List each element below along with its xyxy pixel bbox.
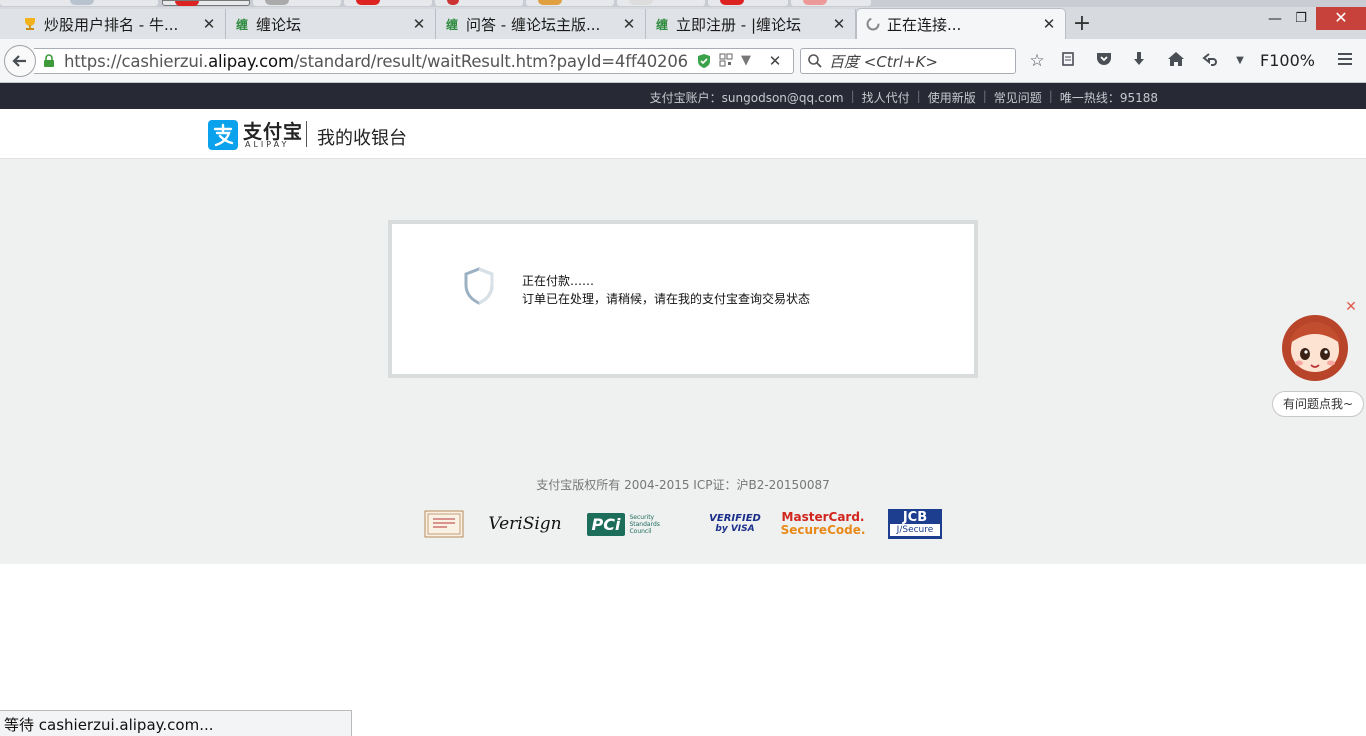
taskbar-thumbnail — [435, 0, 523, 6]
verisign-badge[interactable]: VeriSign — [488, 509, 561, 539]
jcb-jsecure-badge[interactable]: JCB J/Secure — [888, 509, 942, 539]
logo-divider — [306, 121, 307, 147]
pci-logo: PCi — [586, 512, 626, 536]
tab-title: 正在连接... — [887, 15, 962, 34]
account-label: 支付宝账户：sungodson@qq.com — [649, 91, 844, 105]
back-button[interactable] — [4, 45, 36, 77]
close-icon[interactable]: ✕ — [1041, 16, 1057, 32]
tab-title: 炒股用户排名 - 牛... — [44, 15, 179, 34]
reading-list-icon[interactable] — [1058, 51, 1078, 71]
tab-bar: 炒股用户排名 - 牛... ✕ 缠 缠论坛 ✕ 缠 问答 - 缠论坛主版... … — [0, 7, 1366, 39]
search-placeholder: 百度 <Ctrl+K> — [829, 52, 938, 71]
help-bubble-label[interactable]: 有问题点我~ — [1272, 391, 1364, 417]
restore-button[interactable]: ❐ — [1292, 11, 1310, 31]
copyright-text: 支付宝版权所有 2004-2015 ICP证：沪B2-20150087 — [536, 478, 830, 492]
loading-icon — [865, 16, 881, 32]
browser-status-bar: 等待 cashierzui.alipay.com... — [0, 710, 352, 736]
tab-title: 立即注册 - |缠论坛 — [676, 15, 802, 34]
visa-line1: VERIFIED — [709, 513, 761, 524]
close-icon[interactable]: ✕ — [621, 16, 637, 32]
help-assistant[interactable]: ✕ 有问题点我~ — [1272, 300, 1364, 420]
security-badges: VeriSign PCi Security Standards Council … — [424, 509, 944, 541]
close-icon[interactable]: ✕ — [201, 16, 217, 32]
alipay-logo-icon[interactable] — [208, 120, 238, 150]
url-prefix: https://cashierzui. — [64, 51, 209, 71]
status-description: 订单已在处理，请稍候，请在我的支付宝查询交易状态 — [522, 292, 811, 306]
page-body: 正在付款…… 订单已在处理，请稍候，请在我的支付宝查询交易状态 支付宝版权所有 … — [0, 159, 1366, 564]
stop-icon[interactable]: ✕ — [767, 53, 783, 69]
new-tab-button[interactable]: + — [1072, 13, 1092, 35]
lock-icon — [44, 54, 54, 67]
jcb-line2: J/Secure — [890, 524, 940, 536]
tab-title: 缠论坛 — [256, 15, 302, 34]
minimize-button[interactable]: — — [1266, 11, 1284, 31]
zoom-level[interactable]: F100% — [1260, 51, 1315, 70]
chanluntan-icon: 缠 — [235, 17, 248, 32]
page-title: 我的收银台 — [317, 128, 407, 149]
search-input[interactable]: 百度 <Ctrl+K> — [800, 48, 1016, 74]
trophy-icon — [22, 16, 38, 32]
close-icon[interactable]: ✕ — [831, 16, 847, 32]
shield-check-icon[interactable] — [696, 53, 712, 69]
download-icon[interactable] — [1129, 51, 1149, 71]
mc-line2: SecureCode. — [780, 523, 866, 537]
tab-chanluntan[interactable]: 缠 缠论坛 ✕ — [226, 9, 436, 39]
taskbar-preview-strip — [0, 0, 1366, 7]
bookmark-star-icon[interactable]: ☆ — [1027, 51, 1047, 71]
window-close-button[interactable]: ✕ — [1316, 7, 1366, 30]
taskbar-thumbnail — [253, 0, 341, 6]
tab-stock-ranking[interactable]: 炒股用户排名 - 牛... ✕ — [0, 9, 226, 39]
taskbar-thumbnail — [708, 0, 788, 6]
tab-title: 问答 - 缠论坛主版... — [466, 15, 601, 34]
undo-icon[interactable] — [1201, 51, 1221, 71]
loading-shield-icon — [464, 267, 494, 305]
qr-code-icon[interactable] — [718, 53, 734, 69]
close-icon[interactable]: ✕ — [411, 16, 427, 32]
use-new-version-link[interactable]: 使用新版 — [928, 89, 976, 106]
chevron-down-icon[interactable]: ▼ — [1230, 51, 1250, 71]
back-arrow-icon — [12, 55, 26, 67]
status-title: 正在付款…… — [522, 274, 595, 288]
mastercard-securecode-badge[interactable]: MasterCard. SecureCode. — [781, 509, 866, 539]
taskbar-thumbnail — [791, 0, 871, 6]
cartoon-girl-avatar-icon — [1282, 315, 1348, 381]
hotline-text: 唯一热线：95188 — [1059, 91, 1158, 105]
payment-status-card: 正在付款…… 订单已在处理，请稍候，请在我的支付宝查询交易状态 — [388, 220, 978, 378]
verified-by-visa-badge[interactable]: VERIFIED by VISA — [708, 509, 762, 539]
dropdown-arrow-icon[interactable]: ▼ — [738, 53, 754, 69]
taskbar-thumbnail — [0, 0, 158, 6]
chanluntan-icon: 缠 — [655, 17, 668, 32]
tab-connecting[interactable]: 正在连接... ✕ — [856, 8, 1066, 39]
top-utility-bar: 支付宝账户：sungodson@qq.com | 找人代付 | 使用新版 | 常… — [0, 83, 1366, 109]
visa-line2: by VISA — [715, 524, 755, 534]
url-path: /standard/result/waitResult.htm?payId=4f… — [293, 51, 689, 71]
jcb-line1: JCB — [902, 510, 928, 525]
logo-text-en: ALIPAY — [245, 140, 290, 149]
cashier-header: 支付宝 ALIPAY 我的收银台 — [0, 109, 1366, 159]
home-icon[interactable] — [1166, 51, 1186, 71]
pay-for-me-link[interactable]: 找人代付 — [862, 89, 910, 106]
taskbar-thumbnail — [617, 0, 705, 6]
pci-subtext: Security Standards Council — [629, 513, 660, 535]
navigation-toolbar: https://cashierzui.alipay.com/standard/r… — [0, 39, 1366, 83]
tab-register[interactable]: 缠 立即注册 - |缠论坛 ✕ — [646, 9, 856, 39]
pci-badge[interactable]: PCi Security Standards Council — [584, 509, 680, 539]
pocket-icon[interactable] — [1094, 51, 1114, 71]
chanluntan-icon: 缠 — [445, 17, 458, 32]
address-bar[interactable]: https://cashierzui.alipay.com/standard/r… — [34, 48, 794, 74]
taskbar-thumbnail — [344, 0, 432, 6]
faq-link[interactable]: 常见问题 — [994, 89, 1042, 106]
taskbar-thumbnail — [526, 0, 614, 6]
url-domain: alipay.com — [208, 51, 294, 71]
search-icon — [808, 54, 822, 68]
menu-icon[interactable] — [1335, 51, 1355, 71]
certificate-badge[interactable] — [424, 509, 464, 539]
taskbar-thumbnail — [162, 0, 250, 6]
tab-qa[interactable]: 缠 问答 - 缠论坛主版... ✕ — [436, 9, 646, 39]
url-text[interactable]: https://cashierzui.alipay.com/standard/r… — [64, 52, 689, 71]
